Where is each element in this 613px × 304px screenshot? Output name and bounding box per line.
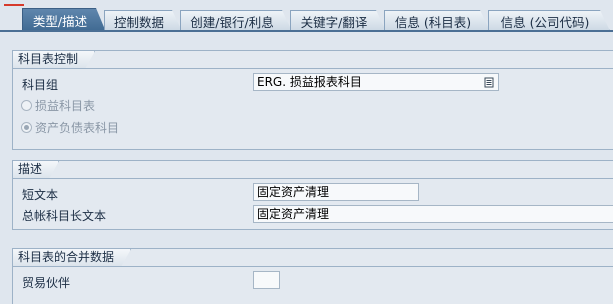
account-group-field[interactable]: ERG. 损益报表科目 <box>253 73 499 91</box>
tab-create-bank-interest[interactable]: 创建/银行/利息 <box>180 10 292 31</box>
tab-info-coa[interactable]: 信息 (科目表) <box>384 10 490 31</box>
tab-label: 信息 (公司代码) <box>500 14 590 30</box>
radio-selected-dot <box>24 125 29 130</box>
trading-partner-label: 贸易伙伴 <box>22 276 71 290</box>
trading-partner-field[interactable] <box>253 271 280 289</box>
tab-control-data[interactable]: 控制数据 <box>104 10 182 31</box>
tab-label: 控制数据 <box>113 14 164 30</box>
group-rule <box>13 178 613 179</box>
short-text-field[interactable]: 固定资产清理 <box>253 183 419 201</box>
pl-radio[interactable] <box>21 100 32 111</box>
tab-type-description[interactable]: 类型/描述 <box>22 8 106 32</box>
tab-label: 信息 (科目表) <box>394 14 472 30</box>
long-text-field[interactable]: 固定资产清理 <box>253 205 613 223</box>
group-consolidation: 科目表的合并数据 贸易伙伴 <box>12 248 613 304</box>
group-coa-control: 科目表控制 科目组 ERG. 损益报表科目 损益科目表 资产负债表科目 <box>12 50 613 150</box>
tab-label: 创建/银行/利息 <box>190 14 274 30</box>
group-title: 描述 <box>13 161 59 179</box>
tab-label: 类型/描述 <box>32 14 88 29</box>
bs-radio[interactable] <box>21 122 32 133</box>
pl-radio-label: 损益科目表 <box>35 99 96 113</box>
account-group-label: 科目组 <box>22 78 59 92</box>
short-text-value: 固定资产清理 <box>257 185 330 199</box>
long-text-label: 总帐科目长文本 <box>22 209 107 223</box>
long-text-value: 固定资产清理 <box>257 207 330 221</box>
bs-radio-label: 资产负债表科目 <box>35 121 120 135</box>
account-group-value: ERG. 损益报表科目 <box>257 75 362 89</box>
short-text-label: 短文本 <box>22 188 59 202</box>
group-rule <box>13 68 613 69</box>
tab-info-company-code[interactable]: 信息 (公司代码) <box>488 10 610 31</box>
group-title: 科目表控制 <box>13 51 95 69</box>
group-description: 描述 短文本 固定资产清理 总帐科目长文本 固定资产清理 <box>12 160 613 230</box>
tab-keyword-translation[interactable]: 关键字/翻译 <box>290 10 386 31</box>
tab-label: 关键字/翻译 <box>300 14 368 30</box>
tab-content: 科目表控制 科目组 ERG. 损益报表科目 损益科目表 资产负债表科目 描述 短… <box>0 32 613 304</box>
group-title: 科目表的合并数据 <box>13 249 131 267</box>
tab-strip: 类型/描述 控制数据 创建/银行/利息 关键字/翻译 信息 (科目表) 信息 (… <box>0 0 613 32</box>
search-help-icon[interactable] <box>482 75 496 89</box>
